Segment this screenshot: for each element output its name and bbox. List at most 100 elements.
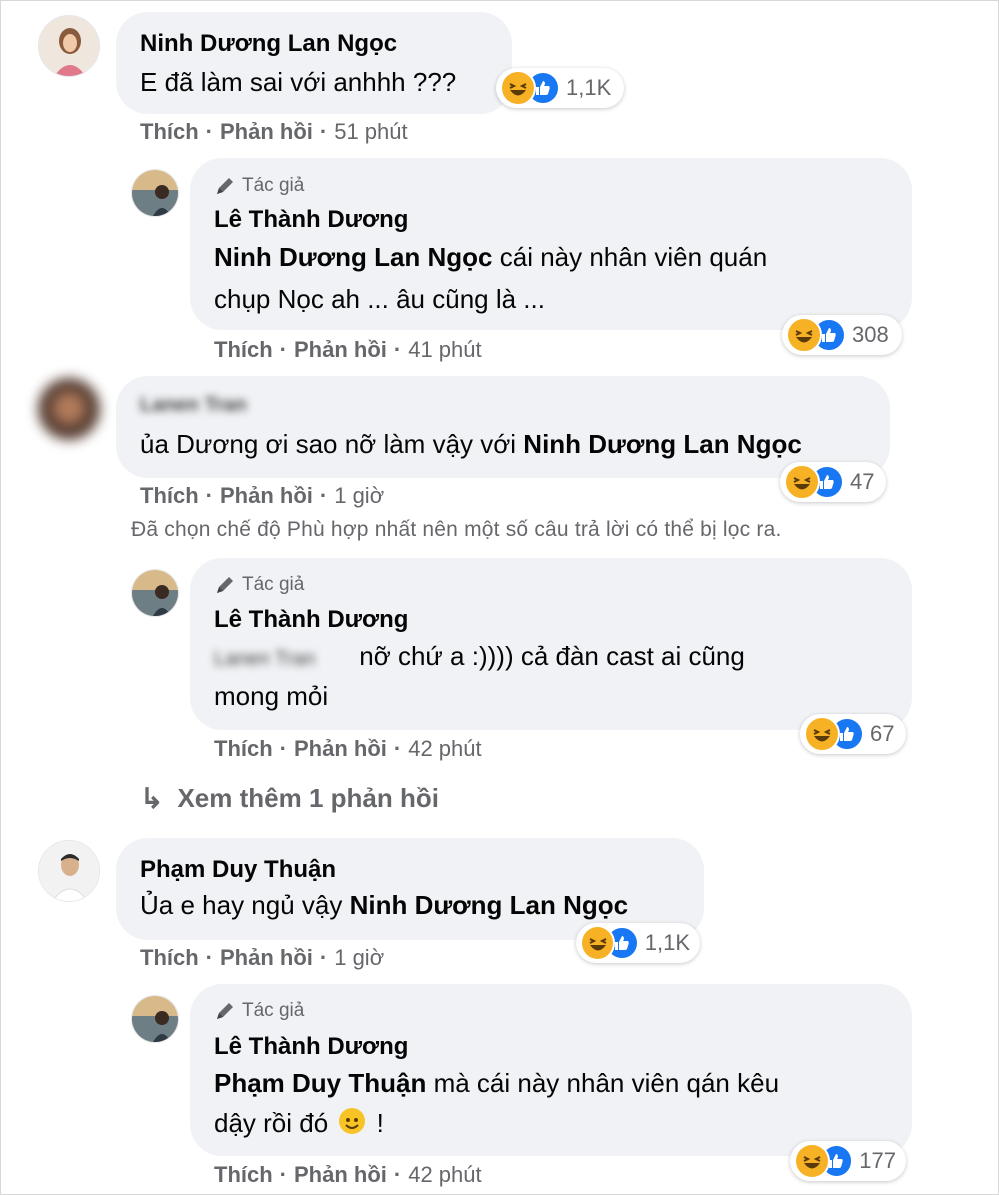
timestamp[interactable]: 42 phút bbox=[408, 1162, 481, 1188]
reaction-count: 1,1K bbox=[566, 75, 612, 100]
avatar[interactable] bbox=[131, 569, 179, 617]
mention-link[interactable]: Ninh Dương Lan Ngọc bbox=[350, 890, 629, 920]
reaction-summary[interactable]: 67 bbox=[800, 714, 906, 754]
comment-text-line1: cái này nhân viên quán bbox=[492, 242, 768, 272]
timestamp[interactable]: 51 phút bbox=[334, 119, 407, 145]
reaction-summary[interactable]: 1,1K bbox=[496, 68, 624, 108]
haha-icon bbox=[794, 1143, 830, 1179]
like-button[interactable]: Thích bbox=[140, 483, 199, 509]
like-button[interactable]: Thích bbox=[214, 337, 273, 363]
separator: · bbox=[393, 1162, 402, 1187]
haha-icon bbox=[786, 317, 822, 353]
smile-emoji-icon bbox=[339, 1108, 366, 1134]
filter-notice: Đã chọn chế độ Phù hợp nhất nên một số c… bbox=[131, 518, 782, 541]
comment-text-line2: chụp Nọc ah ... âu cũng là ... bbox=[214, 284, 545, 314]
reply-button[interactable]: Phản hồi bbox=[220, 945, 313, 971]
separator: · bbox=[319, 119, 328, 144]
comment-actions: Thích · Phản hồi · 41 phút bbox=[214, 337, 482, 363]
comment-author[interactable]: Lê Thành Dương bbox=[214, 606, 408, 634]
timestamp[interactable]: 1 giờ bbox=[334, 945, 384, 971]
comment-text: E đã làm sai với anhhh ??? bbox=[140, 67, 457, 97]
separator: · bbox=[205, 119, 213, 144]
comment-author[interactable]: Ninh Dương Lan Ngọc bbox=[140, 30, 397, 58]
avatar[interactable] bbox=[38, 378, 100, 440]
reaction-count: 1,1K bbox=[644, 930, 690, 955]
comment-actions: Thích · Phản hồi · 1 giờ bbox=[140, 945, 384, 971]
haha-icon bbox=[580, 925, 616, 961]
see-more-label: Xem thêm 1 phản hồi bbox=[177, 783, 439, 813]
separator: · bbox=[205, 483, 213, 508]
separator: · bbox=[319, 945, 328, 970]
separator: · bbox=[205, 945, 213, 970]
haha-icon bbox=[784, 464, 820, 500]
like-button[interactable]: Thích bbox=[140, 945, 199, 971]
haha-icon bbox=[804, 716, 840, 752]
author-badge-label: Tác giả bbox=[242, 1000, 305, 1021]
reaction-count: 67 bbox=[870, 721, 895, 746]
reaction-summary[interactable]: 177 bbox=[790, 1141, 906, 1181]
comment-text-body: dậy rồi đó bbox=[214, 1108, 336, 1138]
reaction-count: 177 bbox=[859, 1148, 896, 1173]
comment-text-body: ủa Dương ơi sao nỡ làm vậy với bbox=[140, 429, 524, 459]
haha-icon bbox=[500, 70, 536, 106]
separator: · bbox=[279, 1162, 287, 1187]
comment-text-line1: nỡ chứ a :)))) cả đàn cast ai cũng bbox=[359, 641, 745, 671]
pencil-icon bbox=[217, 1003, 233, 1019]
reaction-count: 308 bbox=[852, 322, 889, 347]
comment-actions: Thích · Phản hồi · 42 phút bbox=[214, 736, 482, 762]
reaction-summary[interactable]: 1,1K bbox=[576, 923, 700, 963]
see-more-replies-button[interactable]: ↳ Xem thêm 1 phản hồi bbox=[140, 782, 439, 815]
reply-button[interactable]: Phản hồi bbox=[220, 119, 313, 145]
comment-text: ủa Dương ơi sao nỡ làm vậy với Ninh Dươn… bbox=[140, 425, 802, 463]
comment-author[interactable]: Lanen Tran bbox=[140, 394, 247, 417]
mention-link[interactable]: Ninh Dương Lan Ngọc bbox=[523, 429, 802, 459]
reply-button[interactable]: Phản hồi bbox=[294, 1162, 387, 1188]
like-button[interactable]: Thích bbox=[140, 119, 199, 145]
avatar[interactable] bbox=[38, 15, 100, 77]
separator: · bbox=[393, 337, 402, 362]
separator: · bbox=[279, 736, 287, 761]
reaction-count: 47 bbox=[850, 469, 875, 494]
comment-author[interactable]: Phạm Duy Thuận bbox=[140, 856, 336, 884]
comment-text: Phạm Duy Thuận mà cái này nhân viên qán … bbox=[214, 1064, 779, 1102]
pencil-icon bbox=[217, 178, 233, 194]
avatar[interactable] bbox=[38, 840, 100, 902]
author-badge-label: Tác giả bbox=[242, 574, 305, 595]
comment-actions: Thích · Phản hồi · 1 giờ bbox=[140, 483, 384, 509]
mention-link[interactable]: Lanen Tran bbox=[214, 640, 352, 678]
reaction-summary[interactable]: 47 bbox=[780, 462, 886, 502]
reply-arrow-icon: ↳ bbox=[140, 783, 164, 814]
comment-text-body: Ủa e hay ngủ vậy bbox=[140, 890, 350, 920]
author-badge: Tác giả bbox=[214, 574, 304, 596]
comment-text-line2: mong mỏi bbox=[214, 681, 329, 711]
comment-text-end: ! bbox=[369, 1108, 384, 1138]
timestamp[interactable]: 1 giờ bbox=[334, 483, 384, 509]
avatar[interactable] bbox=[131, 169, 179, 217]
separator: · bbox=[393, 736, 402, 761]
reply-button[interactable]: Phản hồi bbox=[294, 736, 387, 762]
mention-link[interactable]: Phạm Duy Thuận bbox=[214, 1068, 426, 1098]
avatar[interactable] bbox=[131, 995, 179, 1043]
like-button[interactable]: Thích bbox=[214, 1162, 273, 1188]
comment-author[interactable]: Lê Thành Dương bbox=[214, 206, 408, 234]
timestamp[interactable]: 42 phút bbox=[408, 736, 481, 762]
comment-actions: Thích · Phản hồi · 42 phút bbox=[214, 1162, 482, 1188]
reaction-summary[interactable]: 308 bbox=[782, 315, 902, 355]
comment-text: Ủa e hay ngủ vậy Ninh Dương Lan Ngọc bbox=[140, 886, 628, 924]
like-button[interactable]: Thích bbox=[214, 736, 273, 762]
author-badge-label: Tác giả bbox=[242, 175, 305, 196]
comment-text-line2: dậy rồi đó ! bbox=[214, 1104, 384, 1142]
comment-text: Ninh Dương Lan Ngọc cái này nhân viên qu… bbox=[214, 238, 767, 276]
reply-button[interactable]: Phản hồi bbox=[220, 483, 313, 509]
comment-actions: Thích · Phản hồi · 51 phút bbox=[140, 119, 408, 145]
comment-text-line1: mà cái này nhân viên qán kêu bbox=[426, 1068, 780, 1098]
comment-author[interactable]: Lê Thành Dương bbox=[214, 1033, 408, 1061]
mention-link[interactable]: Ninh Dương Lan Ngọc bbox=[214, 242, 493, 272]
pencil-icon bbox=[217, 577, 233, 593]
author-badge: Tác giả bbox=[214, 175, 304, 197]
separator: · bbox=[279, 337, 287, 362]
timestamp[interactable]: 41 phút bbox=[408, 337, 481, 363]
comment-text: Lanen Tran nỡ chứ a :)))) cả đàn cast ai… bbox=[214, 637, 745, 678]
reply-button[interactable]: Phản hồi bbox=[294, 337, 387, 363]
separator: · bbox=[319, 483, 328, 508]
